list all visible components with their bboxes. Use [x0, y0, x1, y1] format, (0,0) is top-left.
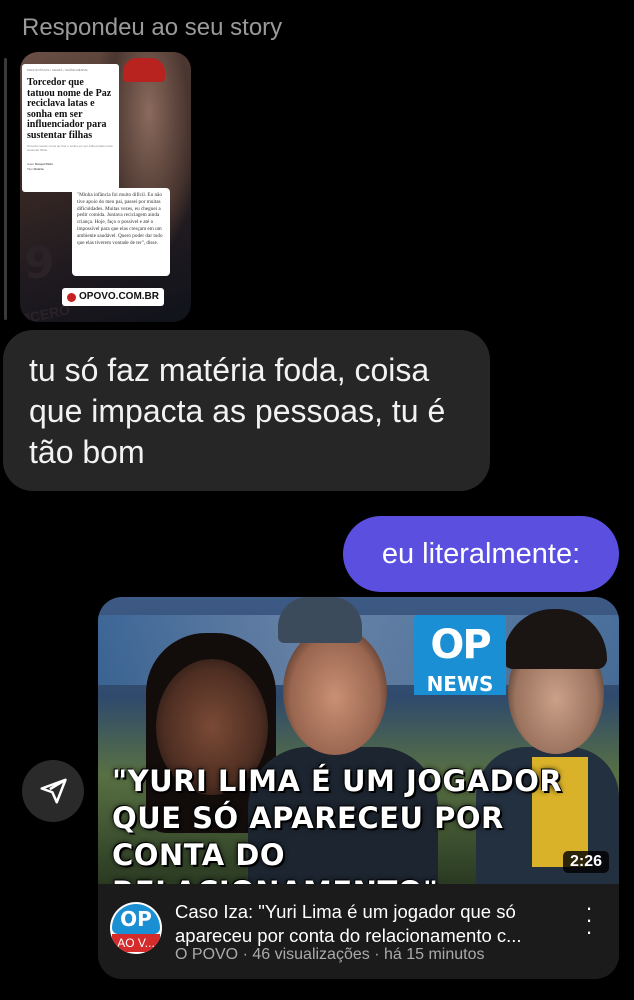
- video-title[interactable]: Caso Iza: "Yuri Lima é um jogador que só…: [175, 900, 570, 948]
- video-link-card[interactable]: OP NEWS "YURI LIMA É UM JOGADOR QUE SÓ A…: [98, 597, 619, 979]
- video-thumbnail[interactable]: OP NEWS "YURI LIMA É UM JOGADOR QUE SÓ A…: [98, 597, 619, 909]
- story-preview[interactable]: 9 JCERO MAIS NOTÍCIAS • CEARÁ • SAÚDE ME…: [20, 52, 191, 322]
- video-duration: 2:26: [562, 851, 609, 873]
- story-shirt-number: 9: [24, 238, 55, 289]
- article-subtitle: Torcedor tatuou nome de Paz e sonha em s…: [27, 144, 113, 152]
- link-icon: [67, 292, 76, 302]
- reply-indicator-bar: [4, 58, 7, 320]
- channel-logo-text: OP: [112, 904, 160, 934]
- video-meta: O POVO · 46 visualizações · há 15 minuto…: [175, 946, 485, 963]
- share-button[interactable]: [22, 760, 84, 822]
- thumbnail-person-center: [283, 627, 387, 755]
- reply-header: Respondeu ao seu story: [22, 14, 283, 41]
- story-source-label: OPOVO.COM.BR: [79, 291, 160, 302]
- channel-live-label: AO V...: [112, 934, 160, 952]
- send-icon: [40, 778, 67, 804]
- story-source-pill: OPOVO.COM.BR: [62, 288, 165, 306]
- video-info[interactable]: OP AO V... Caso Iza: "Yuri Lima é um jog…: [98, 884, 619, 979]
- article-type-row: Tipo Notícia: [27, 167, 44, 171]
- outgoing-message-bubble[interactable]: eu literalmente:: [343, 516, 619, 592]
- op-news-logo: OP: [414, 615, 506, 675]
- article-headline: Torcedor que tatuou nome de Paz reciclav…: [27, 77, 112, 141]
- incoming-message-bubble[interactable]: tu só faz matéria foda, coisa que impact…: [3, 330, 490, 491]
- story-photo-cap: [123, 58, 165, 82]
- channel-avatar[interactable]: OP AO V...: [110, 902, 162, 954]
- thumbnail-person-center-cap: [278, 597, 362, 643]
- more-vertical-icon[interactable]: · · ·: [584, 897, 594, 943]
- story-quote-card: "Minha infância foi muito difícil. Eu nã…: [72, 188, 170, 276]
- op-news-label: NEWS: [414, 673, 506, 695]
- story-article-card: MAIS NOTÍCIAS • CEARÁ • SAÚDE MENTAL Tor…: [22, 64, 119, 192]
